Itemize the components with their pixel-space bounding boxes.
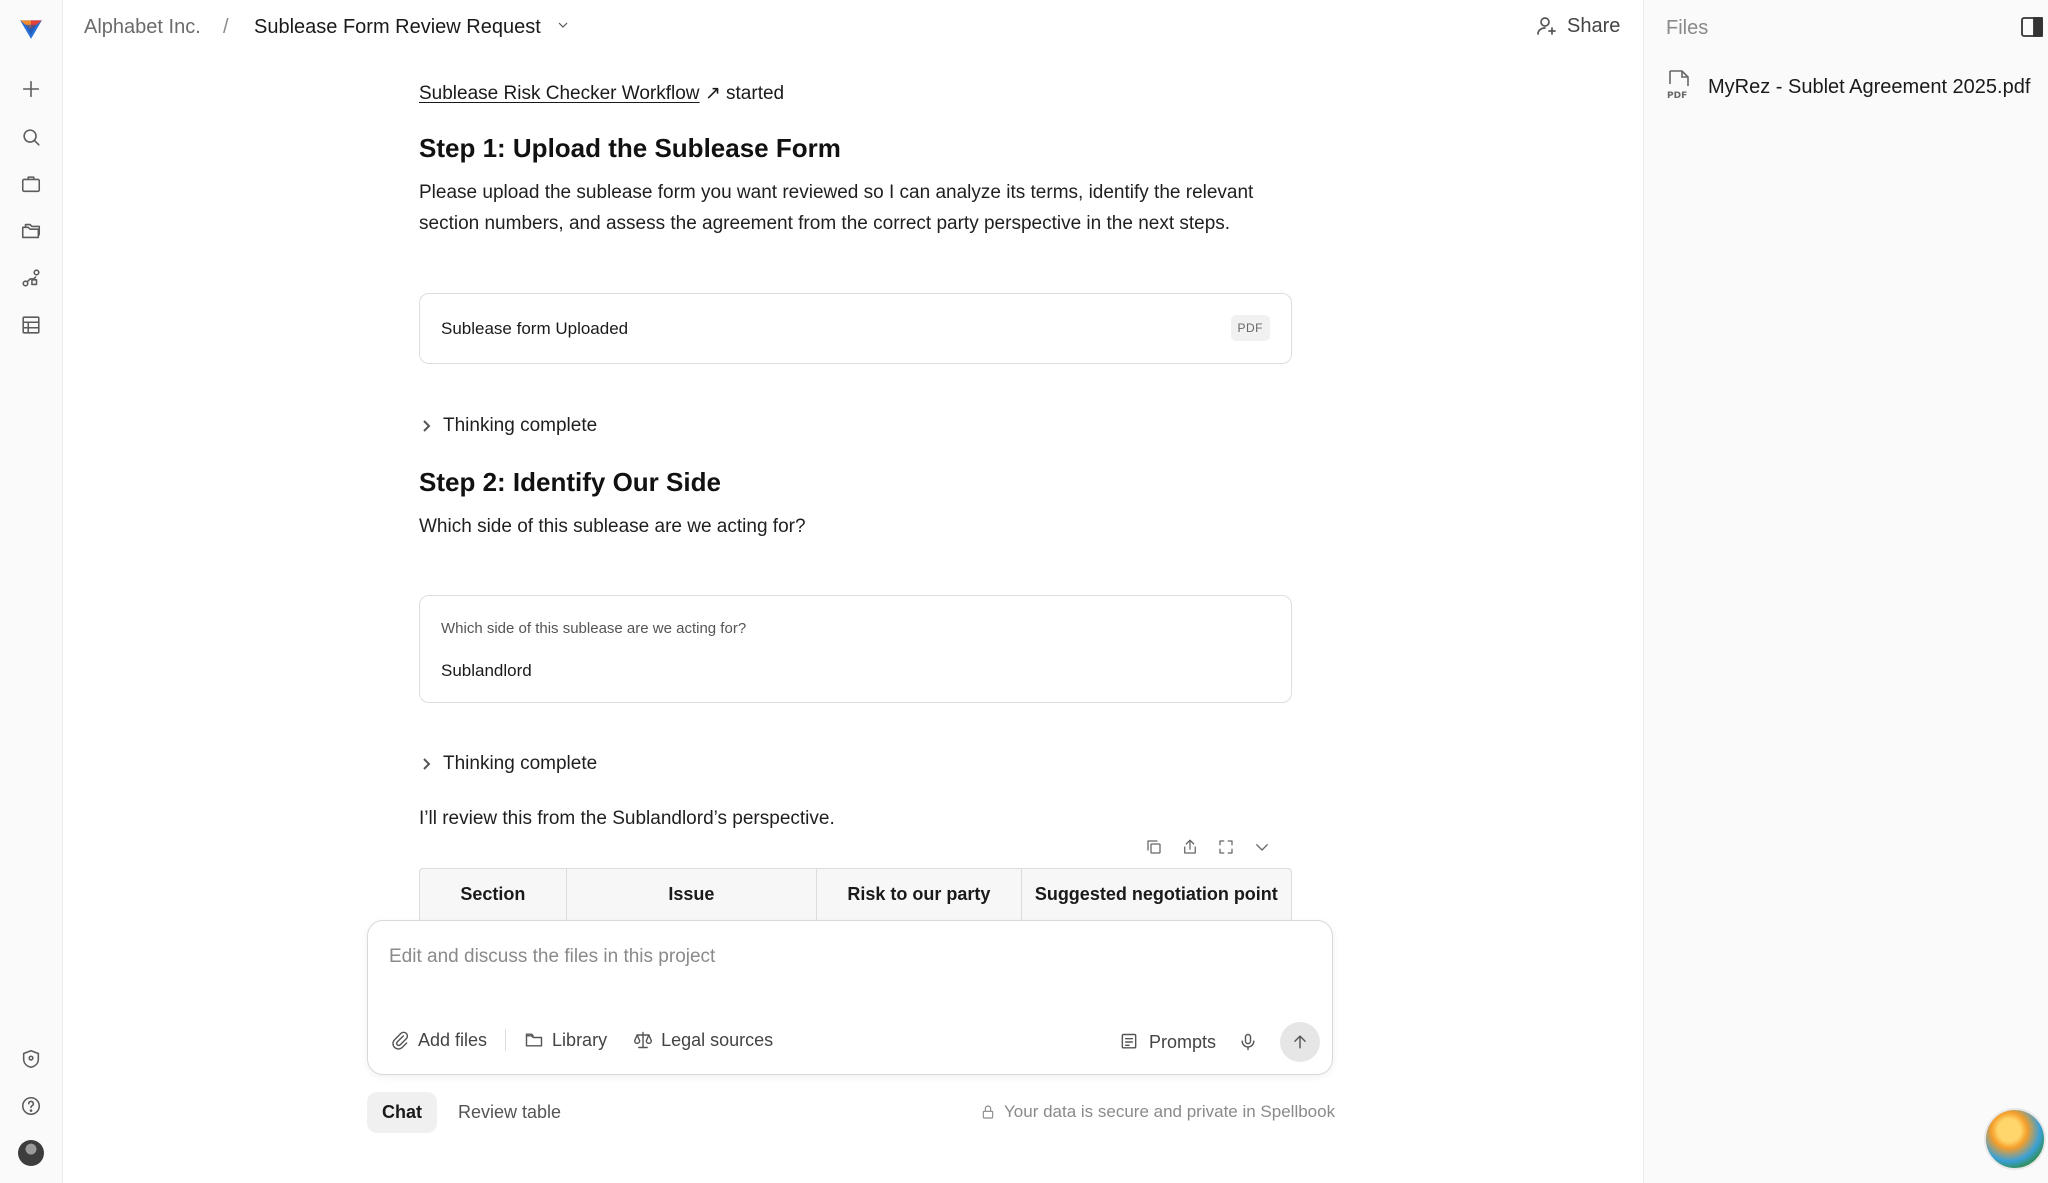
table-toolbar — [1145, 838, 1271, 856]
pdf-file-icon: PDF — [1666, 70, 1692, 105]
step1-body: Please upload the sublease form you want… — [419, 182, 1254, 234]
upload-label: Sublease form Uploaded — [441, 319, 629, 338]
breadcrumb-separator: / — [223, 16, 229, 38]
table-icon[interactable] — [16, 310, 46, 340]
thinking-label: Thinking complete — [443, 415, 598, 436]
share-label: Share — [1567, 14, 1621, 37]
user-plus-icon — [1537, 17, 1556, 35]
export-icon[interactable] — [1181, 838, 1199, 856]
divider — [505, 1029, 507, 1051]
side-answer-card: Which side of this sublease are we actin… — [419, 595, 1292, 703]
panel-toggle-icon[interactable] — [2021, 17, 2043, 37]
workflow-link[interactable]: Sublease Risk Checker Workflow — [419, 83, 700, 104]
workflow-status-line: Sublease Risk Checker Workflow ↗ started — [419, 82, 784, 105]
files-panel-title: Files — [1666, 17, 1709, 39]
share-button[interactable]: Share — [1535, 14, 1620, 38]
file-name: MyRez - Sublet Agreement 2025.pdf — [1708, 76, 2031, 98]
add-files-label: Add files — [418, 1029, 488, 1050]
prompts-icon — [1121, 1033, 1137, 1049]
thinking-toggle-2[interactable]: Thinking complete — [419, 753, 597, 775]
review-note: I’ll review this from the Sublandlord’s … — [419, 808, 835, 829]
external-link-icon: ↗ — [704, 83, 721, 104]
chevron-down-icon[interactable] — [1253, 838, 1271, 856]
chevron-right-icon — [423, 420, 431, 432]
help-icon[interactable] — [16, 1091, 46, 1121]
top-bar: Alphabet Inc. / Sublease Form Review Req… — [63, 0, 1643, 54]
add-files-button[interactable]: Add files — [390, 1030, 487, 1051]
lock-icon — [982, 1105, 994, 1119]
files-panel: Files PDF MyRez - Sublet Agreement 2025.… — [1643, 0, 2048, 1183]
breadcrumb-org[interactable]: Alphabet Inc. — [84, 16, 201, 39]
scales-icon — [634, 1031, 653, 1049]
prompts-button[interactable]: Prompts — [1119, 1032, 1216, 1053]
pdf-badge: PDF — [1230, 315, 1270, 341]
message-composer[interactable]: Edit and discuss the files in this proje… — [367, 920, 1333, 1075]
column-header[interactable]: Issue — [567, 869, 818, 920]
tab-review-table[interactable]: Review table — [443, 1092, 576, 1133]
workflow-icon[interactable] — [16, 263, 46, 293]
library-button[interactable]: Library — [524, 1030, 607, 1051]
folder-icon — [525, 1033, 543, 1047]
user-avatar[interactable] — [16, 1138, 46, 1168]
composer-actions: Add files Library Legal sources — [390, 1029, 773, 1051]
library-label: Library — [552, 1029, 608, 1050]
search-icon[interactable] — [16, 122, 46, 152]
spellbook-logo-icon[interactable] — [16, 13, 46, 43]
chevron-down-icon[interactable] — [555, 17, 575, 37]
composer-input[interactable]: Edit and discuss the files in this proje… — [389, 946, 715, 968]
side-question: Which side of this sublease are we actin… — [441, 620, 747, 637]
microphone-icon[interactable] — [1238, 1032, 1258, 1052]
side-answer: Sublandlord — [441, 661, 532, 680]
copy-icon[interactable] — [1145, 838, 1163, 856]
legal-sources-button[interactable]: Legal sources — [633, 1030, 773, 1051]
step2-heading: Step 2: Identify Our Side — [419, 467, 721, 497]
upload-card[interactable]: Sublease form Uploaded PDF — [419, 293, 1292, 364]
privacy-text: Your data is secure and private in Spell… — [1004, 1102, 1336, 1121]
assistant-avatar[interactable] — [1984, 1108, 2046, 1170]
paperclip-icon — [392, 1031, 409, 1050]
send-button[interactable] — [1280, 1022, 1320, 1062]
thinking-label: Thinking complete — [443, 753, 598, 774]
file-item[interactable]: PDF MyRez - Sublet Agreement 2025.pdf — [1666, 70, 2030, 105]
arrow-up-icon — [1294, 1035, 1306, 1049]
review-table-header: Section Issue Risk to our party Suggeste… — [419, 868, 1292, 920]
left-rail — [0, 0, 63, 1183]
legal-sources-label: Legal sources — [661, 1029, 774, 1050]
step2-body: Which side of this sublease are we actin… — [419, 516, 806, 537]
composer-right-actions: Prompts — [1119, 1022, 1320, 1062]
chevron-right-icon — [423, 758, 431, 770]
view-tabs: Chat Review table — [367, 1092, 576, 1133]
expand-icon[interactable] — [1217, 838, 1235, 856]
briefcase-icon[interactable] — [16, 169, 46, 199]
workflow-status: started — [726, 83, 785, 104]
column-header[interactable]: Section — [420, 869, 567, 920]
new-chat-icon[interactable] — [16, 74, 46, 104]
folders-icon[interactable] — [16, 216, 46, 246]
prompts-label: Prompts — [1148, 1031, 1216, 1052]
tab-chat[interactable]: Chat — [367, 1092, 437, 1133]
column-header[interactable]: Risk to our party — [817, 869, 1022, 920]
column-header[interactable]: Suggested negotiation point — [1022, 869, 1291, 920]
thinking-toggle-1[interactable]: Thinking complete — [419, 415, 597, 437]
shield-icon[interactable] — [16, 1044, 46, 1074]
step1-heading: Step 1: Upload the Sublease Form — [419, 133, 841, 163]
privacy-note: Your data is secure and private in Spell… — [980, 1102, 1335, 1122]
svg-text:PDF: PDF — [1667, 91, 1687, 100]
page-title[interactable]: Sublease Form Review Request — [254, 16, 541, 39]
